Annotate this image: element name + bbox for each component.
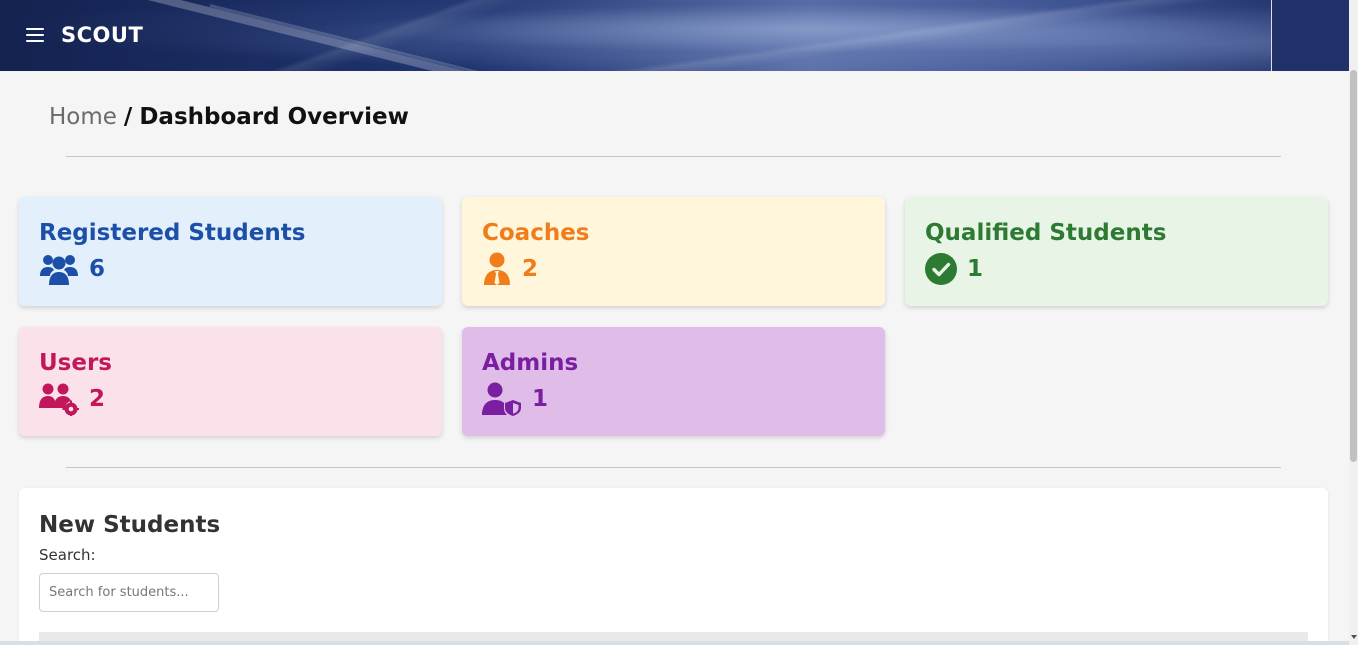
page-title: Dashboard Overview [139, 104, 409, 130]
search-label: Search: [39, 546, 96, 564]
breadcrumb: Home / Dashboard Overview [49, 104, 409, 130]
scroll-down-arrow-icon[interactable] [1351, 635, 1357, 639]
card-title: Users [39, 350, 112, 376]
card-title: Registered Students [39, 220, 306, 246]
coaches-count: 2 [522, 256, 539, 282]
bottom-edge [0, 641, 1349, 645]
search-input[interactable] [39, 573, 219, 612]
admins-count: 1 [532, 386, 549, 412]
registered-students-card[interactable]: Registered Students 6 [19, 197, 442, 306]
page-scrollbar[interactable] [1349, 0, 1358, 645]
coach-user-tie-icon [482, 252, 512, 286]
top-navbar: SCOUT [0, 0, 1349, 71]
qualified-students-card[interactable]: Qualified Students 1 [905, 197, 1328, 306]
card-title: Coaches [482, 220, 590, 246]
brand-title[interactable]: SCOUT [61, 23, 143, 47]
scrollbar-thumb[interactable] [1350, 70, 1357, 462]
breadcrumb-separator: / [123, 104, 133, 130]
breadcrumb-home-link[interactable]: Home [49, 104, 117, 130]
user-shield-icon [482, 382, 522, 416]
new-students-title: New Students [39, 512, 221, 538]
check-circle-icon [925, 252, 957, 286]
users-count: 2 [89, 386, 106, 412]
users-gear-icon [39, 382, 79, 416]
admins-card[interactable]: Admins 1 [462, 327, 885, 436]
card-title: Qualified Students [925, 220, 1167, 246]
registered-students-count: 6 [89, 256, 106, 282]
header-right-panel [1271, 0, 1349, 71]
section-divider [66, 467, 1281, 468]
new-students-panel: New Students Search: [19, 488, 1328, 645]
header-background-streak [209, 4, 502, 71]
coaches-card[interactable]: Coaches 2 [462, 197, 885, 306]
users-group-icon [39, 252, 79, 286]
users-card[interactable]: Users 2 [19, 327, 442, 436]
hamburger-menu-icon[interactable] [26, 28, 44, 42]
section-divider [66, 156, 1281, 157]
card-title: Admins [482, 350, 579, 376]
qualified-students-count: 1 [967, 256, 984, 282]
